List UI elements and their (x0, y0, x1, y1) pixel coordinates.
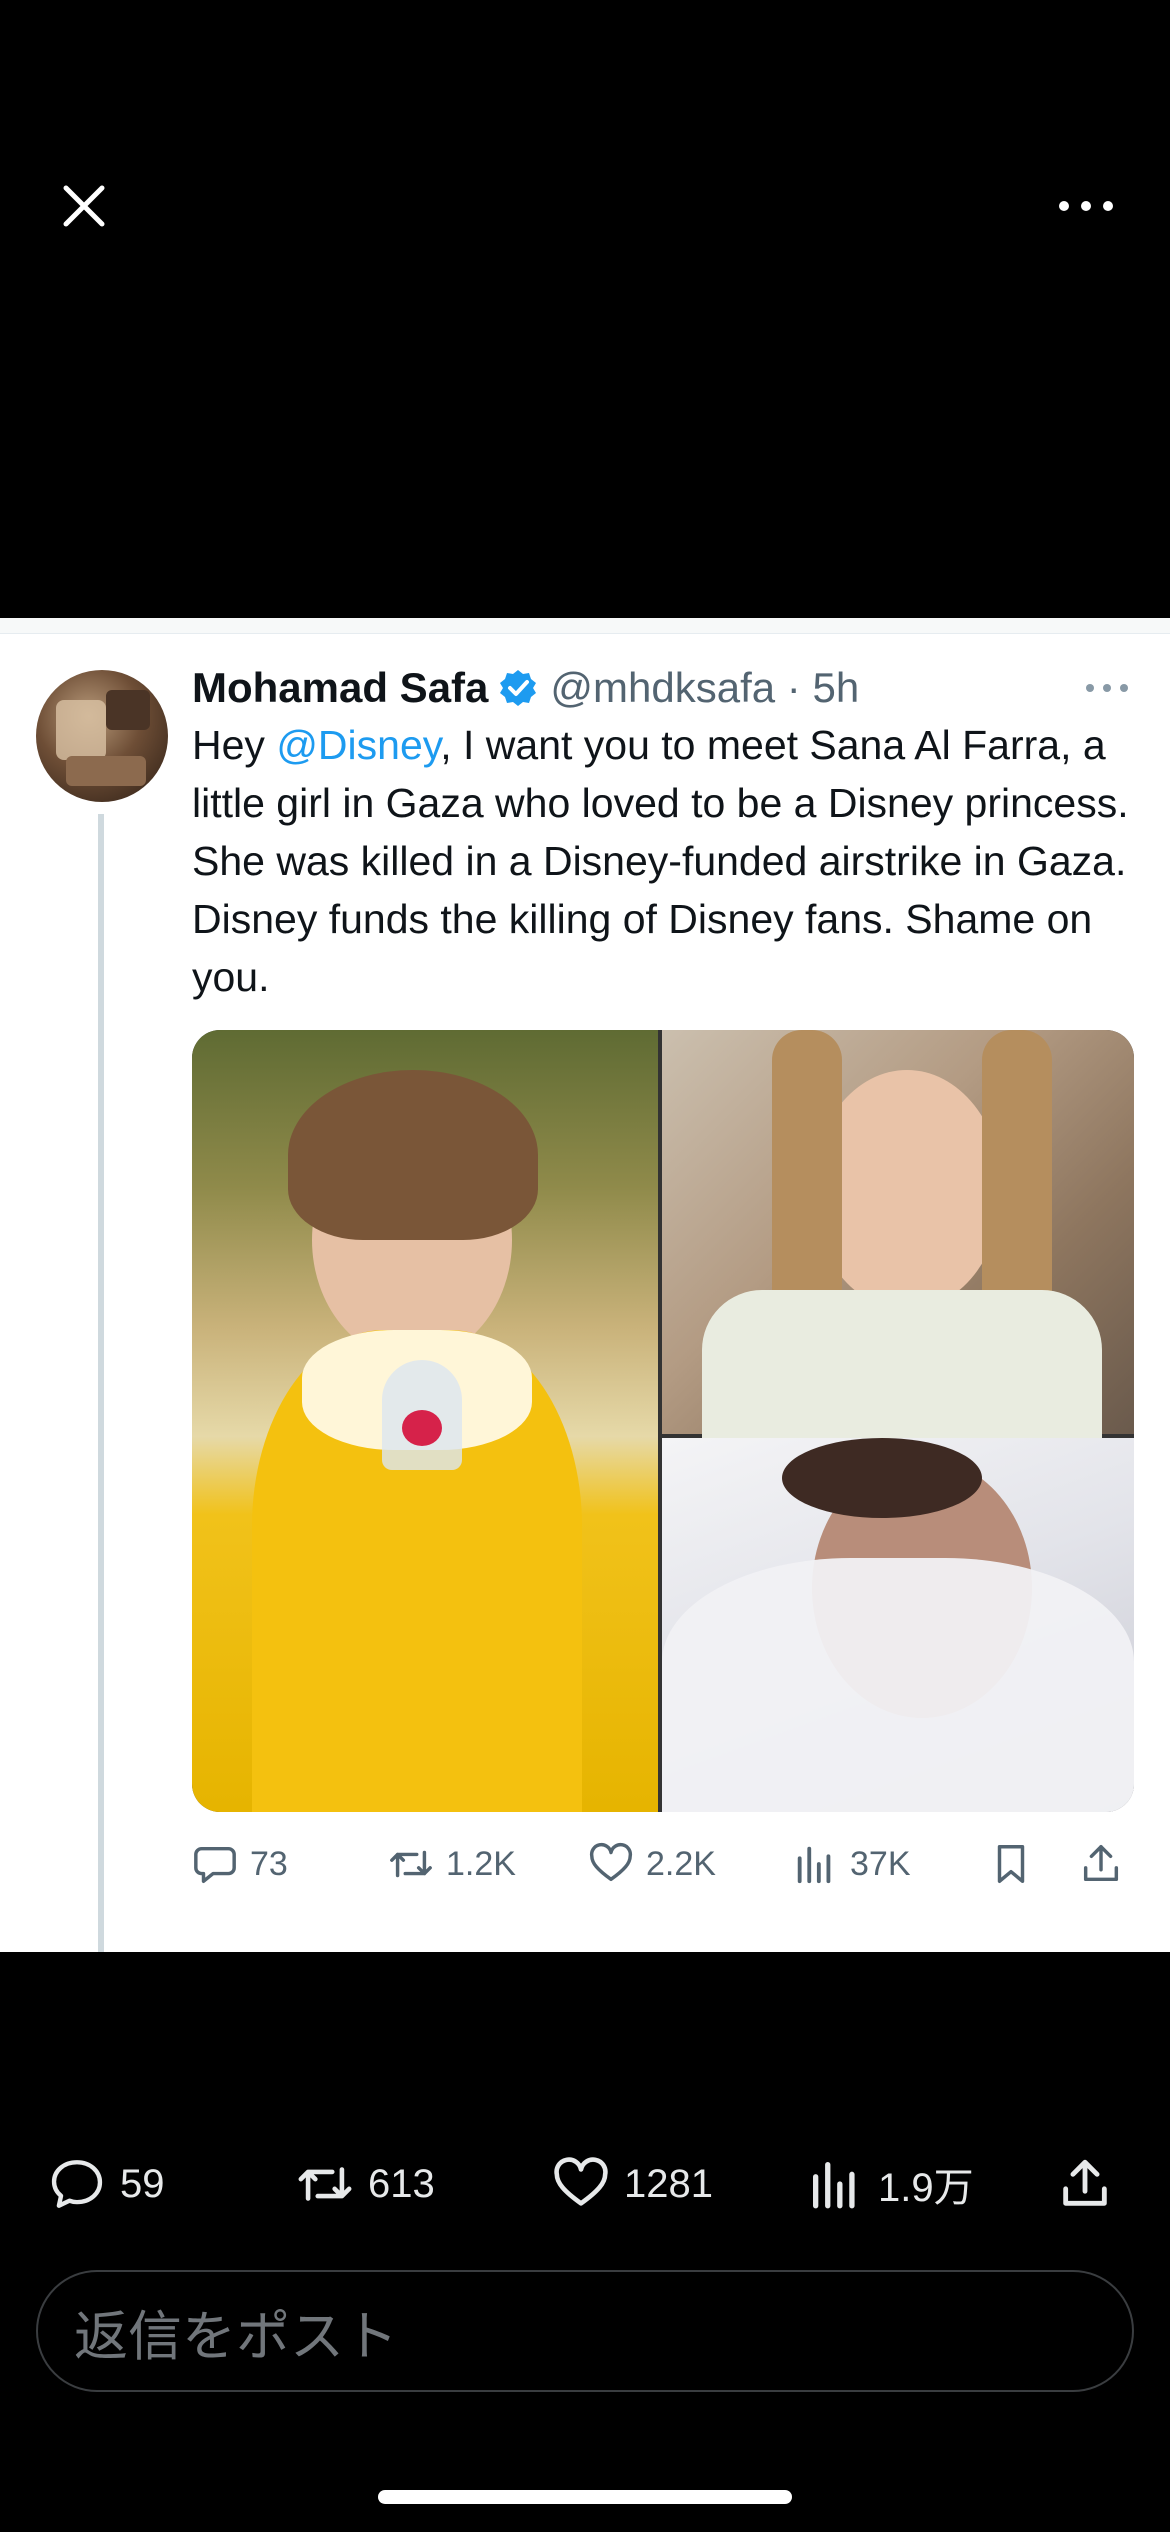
verified-badge-icon (500, 670, 537, 706)
more-dots-icon (1059, 201, 1113, 211)
retweet-icon (298, 2167, 352, 2201)
photo-shrouded[interactable] (662, 1438, 1134, 1812)
close-icon (63, 185, 105, 227)
card-divider (0, 618, 1170, 634)
photo-princess-dress[interactable] (192, 1030, 658, 1812)
reply-input[interactable]: 返信をポスト (36, 2270, 1134, 2392)
close-button[interactable] (58, 180, 110, 232)
photo-portrait[interactable] (662, 1030, 1134, 1440)
author-name[interactable]: Mohamad Safa (192, 664, 488, 712)
reply-icon (194, 1846, 236, 1883)
like-button[interactable]: 1281 (552, 2152, 713, 2216)
repost-button[interactable]: 613 (296, 2152, 435, 2216)
tweet-media[interactable] (192, 1030, 1134, 1812)
share-icon (1083, 1845, 1119, 1882)
tweet-text: Hey @Disney, I want you to meet Sana Al … (192, 722, 1129, 1000)
tweet-views-button[interactable]: 37K (792, 1836, 911, 1892)
tweet-card: Mohamad Safa @mhdksafa · 5h Hey @Disney,… (0, 618, 1170, 1952)
thread-line (98, 814, 104, 1952)
tweet-share-button[interactable] (1078, 1836, 1124, 1892)
share-icon (1063, 2159, 1107, 2206)
tweet-bookmark-button[interactable] (988, 1836, 1034, 1892)
tweet-retweet-button[interactable]: 1.2K (388, 1836, 516, 1892)
heart-icon (589, 1842, 633, 1882)
mention-link[interactable]: @Disney (276, 722, 440, 768)
tweet-like-button[interactable]: 2.2K (588, 1836, 716, 1892)
post-actions: 59 613 1281 1.9万 (0, 2152, 1170, 2216)
reply-icon (51, 2160, 103, 2208)
views-button[interactable]: 1.9万 (806, 2152, 974, 2216)
reply-button[interactable]: 59 (48, 2152, 165, 2216)
author-row: Mohamad Safa @mhdksafa · 5h (192, 660, 859, 716)
reply-placeholder: 返信をポスト (74, 2306, 398, 2367)
views-chart-icon (813, 2162, 855, 2209)
avatar[interactable] (36, 670, 168, 802)
home-indicator[interactable] (378, 2490, 792, 2504)
retweet-icon (390, 1850, 432, 1878)
share-button[interactable] (1056, 2152, 1114, 2216)
author-handle-time: @mhdksafa · 5h (550, 664, 860, 711)
views-chart-icon (797, 1846, 831, 1884)
more-options-button[interactable] (1056, 192, 1116, 220)
tweet-reply-button[interactable]: 73 (192, 1836, 288, 1892)
tweet-actions: 73 1.2K 2.2K 37K (192, 1836, 1132, 1892)
heart-icon (554, 2157, 608, 2206)
bookmark-icon (997, 1845, 1025, 1883)
tweet-more-icon[interactable] (1084, 678, 1130, 698)
